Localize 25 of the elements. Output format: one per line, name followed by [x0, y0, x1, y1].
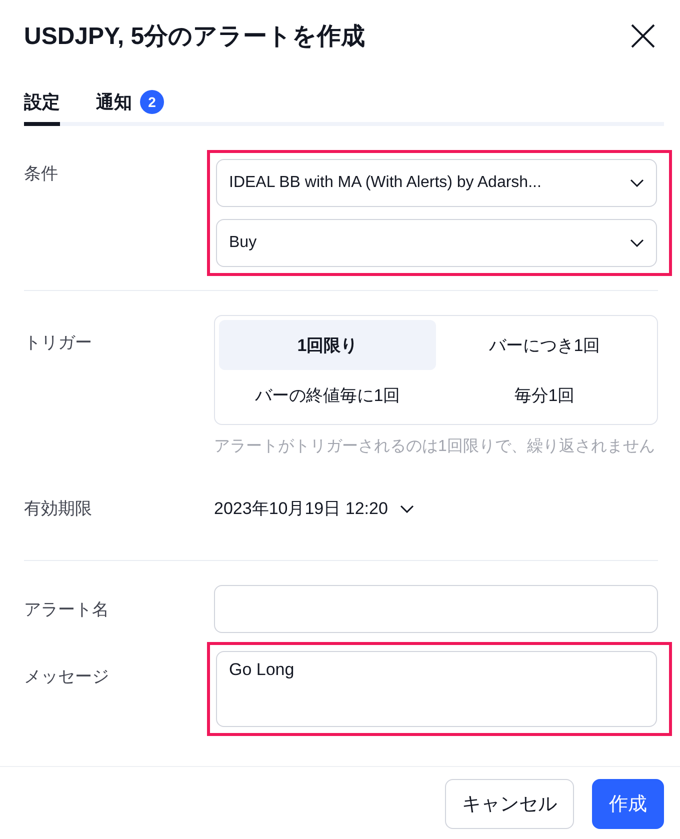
option-button[interactable]: バーにつき1回 — [436, 320, 653, 370]
message-field[interactable]: Go Long — [216, 651, 657, 727]
date-dropdown[interactable]: 2023年10月19日 12:20 — [214, 497, 414, 520]
count-badge: 2 — [140, 90, 164, 114]
chevron-down-icon — [630, 239, 644, 247]
chevron-down-icon — [630, 179, 644, 187]
dropdown[interactable]: IDEAL BB with MA (With Alerts) by Adarsh... — [216, 159, 657, 207]
field-label: トリガー — [24, 332, 93, 354]
option-button[interactable]: 1回限り — [219, 320, 436, 370]
input-field[interactable] — [214, 585, 658, 633]
tab[interactable]: 通知 2 — [96, 90, 164, 126]
option-button[interactable]: バーの終値毎に1回 — [219, 370, 436, 420]
chevron-down-icon — [400, 504, 414, 512]
close-button[interactable] — [630, 23, 656, 49]
tab[interactable]: 設定 — [24, 90, 60, 126]
dialog-title: USDJPY, 5分のアラートを作成 — [24, 22, 366, 52]
create-button[interactable]: 作成 — [592, 779, 664, 829]
field-label: 条件 — [24, 163, 59, 185]
dropdown[interactable]: Buy — [216, 219, 657, 267]
option-button[interactable]: 毎分1回 — [436, 370, 653, 420]
cancel-button[interactable]: キャンセル — [445, 779, 574, 829]
field-label: メッセージ — [24, 666, 110, 688]
hint-text: アラートがトリガーされるのは1回限りで、繰り返されません — [214, 436, 656, 457]
field-label: 有効期限 — [24, 498, 93, 520]
field-label: アラート名 — [24, 598, 110, 620]
